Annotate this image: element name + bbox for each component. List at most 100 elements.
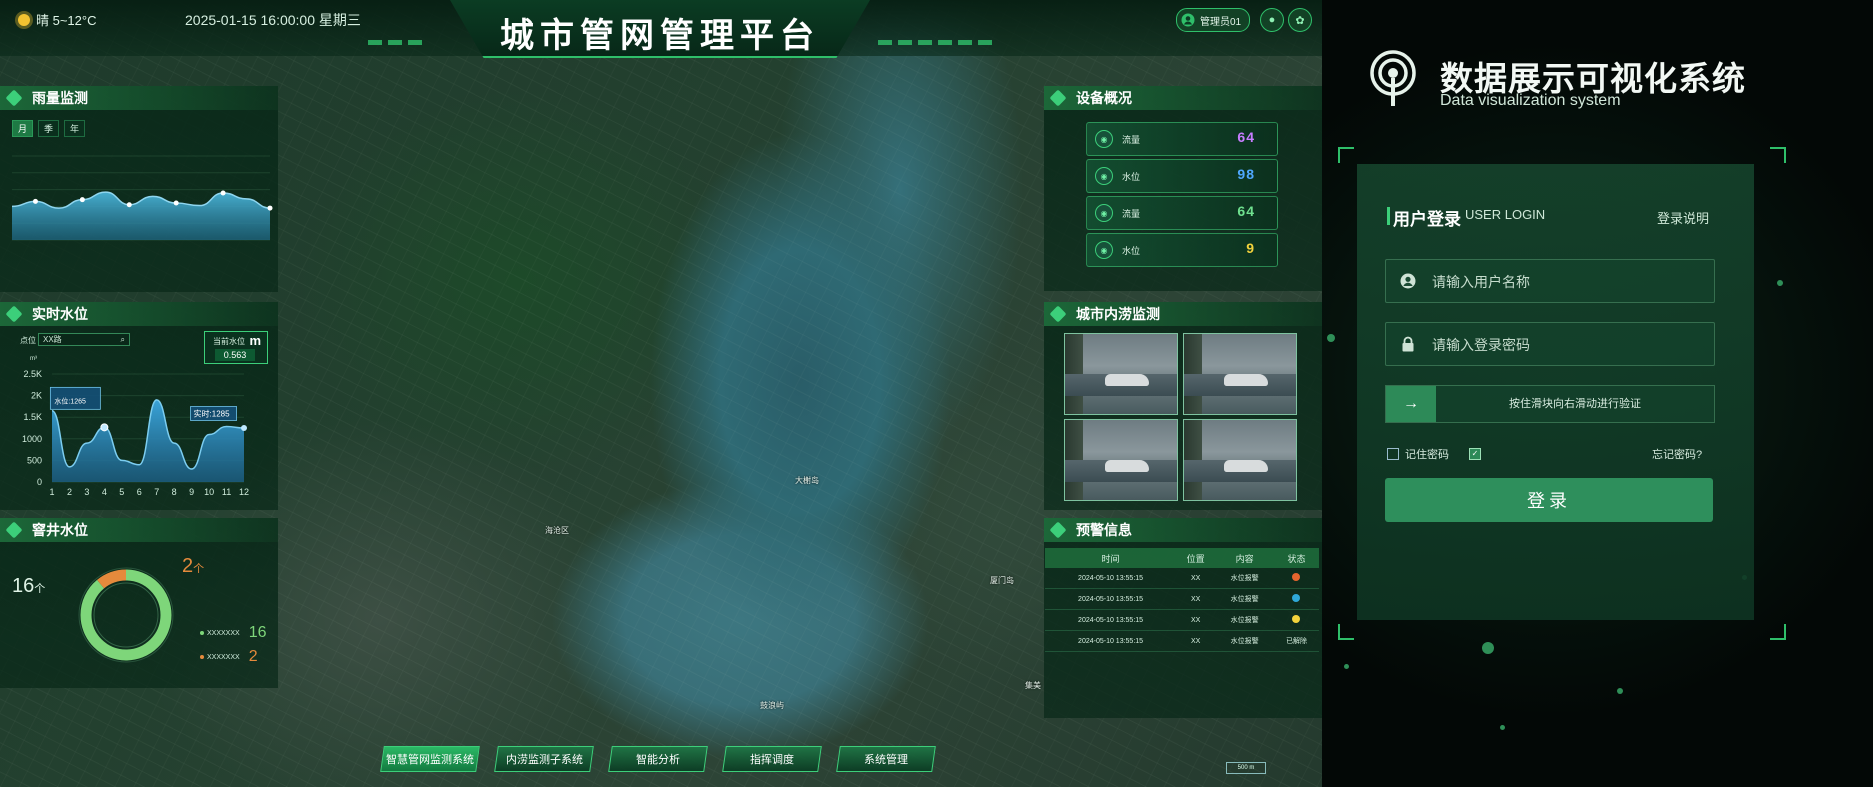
water-level-title-text: 实时水位 bbox=[32, 306, 88, 322]
realtime-text: 实时:1285 bbox=[194, 408, 231, 418]
device-item[interactable]: ◉ 水位 9 bbox=[1086, 233, 1278, 267]
decor-dot bbox=[1344, 664, 1349, 669]
forgot-password-link[interactable]: 忘记密码? bbox=[1652, 446, 1702, 462]
checked-checkbox[interactable]: ✓ bbox=[1469, 448, 1481, 460]
slider-handle[interactable]: → bbox=[1386, 386, 1436, 422]
nav-label: 系统管理 bbox=[864, 754, 908, 766]
manhole-right-stat: 2个 bbox=[182, 555, 204, 578]
tab-quarter[interactable]: 季 bbox=[38, 120, 60, 137]
tab-year[interactable]: 年 bbox=[64, 120, 86, 137]
x-tick-label: 4 bbox=[102, 487, 107, 497]
nav-dispatch[interactable]: 指挥调度 bbox=[722, 746, 822, 772]
nav-label: 智能分析 bbox=[636, 754, 680, 766]
data-point bbox=[32, 198, 38, 204]
search-icon: ⌕ bbox=[120, 334, 125, 344]
x-tick-label: 2 bbox=[67, 487, 72, 497]
password-field bbox=[1385, 322, 1715, 366]
nav-analysis[interactable]: 智能分析 bbox=[608, 746, 708, 772]
x-tick-label: 5 bbox=[119, 487, 124, 497]
data-point bbox=[267, 205, 273, 211]
camera-feed[interactable] bbox=[1183, 419, 1297, 501]
warning-icon bbox=[1049, 521, 1067, 539]
devices-title-text: 设备概况 bbox=[1076, 90, 1132, 106]
nav-waterlogging[interactable]: 内涝监测子系统 bbox=[494, 746, 594, 772]
decor-dot bbox=[1617, 688, 1623, 694]
table-row[interactable]: 2024-05-10 13:55:15 XX 水位报警 bbox=[1045, 568, 1319, 589]
device-item[interactable]: ◉ 流量 64 bbox=[1086, 122, 1278, 156]
password-input[interactable] bbox=[1430, 333, 1704, 357]
tab-month[interactable]: 月 bbox=[12, 120, 34, 137]
dashboard: 大榭岛 海沧区 厦门岛 鼓浪屿 集美 城市管网管理平台 晴 5~12°C 202… bbox=[0, 0, 1322, 787]
remember-checkbox[interactable] bbox=[1387, 448, 1399, 460]
manhole-left-unit: 个 bbox=[34, 583, 46, 595]
decor-dot bbox=[1777, 280, 1783, 286]
water-level-title: 实时水位 bbox=[0, 302, 278, 326]
nav-smart-network[interactable]: 智慧管网监测系统 bbox=[380, 746, 480, 772]
camera-feed[interactable] bbox=[1064, 419, 1178, 501]
legend-swatch bbox=[200, 631, 204, 635]
device-name: 水位 bbox=[1122, 172, 1141, 182]
current-level-unit: m bbox=[249, 333, 261, 348]
broadcast-logo-icon bbox=[1370, 50, 1416, 106]
sun-icon bbox=[18, 13, 30, 26]
cell-location: XX bbox=[1176, 568, 1216, 589]
rainfall-title: 雨量监测 bbox=[0, 86, 278, 110]
settings-button[interactable]: ✿ bbox=[1288, 8, 1312, 32]
legend-value: 2 bbox=[248, 648, 258, 665]
camera-feed[interactable] bbox=[1064, 333, 1178, 415]
legend-name: XXXXXXX bbox=[207, 653, 240, 661]
data-point bbox=[79, 197, 85, 203]
header-deco bbox=[368, 40, 422, 45]
camera-feed[interactable] bbox=[1183, 333, 1297, 415]
bottom-nav: 智慧管网监测系统 内涝监测子系统 智能分析 指挥调度 系统管理 bbox=[380, 746, 936, 772]
datetime: 2025-01-15 16:00:00 星期三 bbox=[185, 12, 361, 28]
point-label: 点位 bbox=[20, 336, 36, 345]
table-row[interactable]: 2024-05-10 13:55:15 XX 水位报警 已解除 bbox=[1045, 630, 1319, 652]
username-input[interactable] bbox=[1430, 270, 1704, 294]
moon-icon: ● bbox=[1268, 14, 1276, 26]
login-button[interactable]: 登录 bbox=[1385, 478, 1713, 522]
device-value: 64 bbox=[1237, 129, 1255, 145]
table-row[interactable]: 2024-05-10 13:55:15 XX 水位报警 bbox=[1045, 588, 1319, 610]
login-title: 用户登录 bbox=[1393, 210, 1461, 229]
map-label: 厦门岛 bbox=[990, 576, 1014, 585]
status-dot bbox=[1292, 615, 1301, 623]
nav-system[interactable]: 系统管理 bbox=[836, 746, 936, 772]
system-subtitle: Data visualization system bbox=[1440, 92, 1621, 109]
data-point bbox=[220, 190, 226, 196]
status-dot bbox=[1292, 573, 1301, 581]
device-item[interactable]: ◉ 水位 98 bbox=[1086, 159, 1278, 193]
header-deco bbox=[878, 40, 998, 45]
status-dot bbox=[1292, 594, 1301, 602]
username-field bbox=[1385, 259, 1715, 303]
map-label: 鼓浪屿 bbox=[760, 701, 784, 710]
remember-row: 记住密码 ✓ bbox=[1387, 446, 1481, 462]
map-scale: 500 m bbox=[1226, 762, 1266, 774]
legend-name: XXXXXXX bbox=[207, 629, 240, 637]
manhole-title-text: 窨井水位 bbox=[32, 522, 88, 538]
water-level-chart: 050010001.5K2K2.5K1 2 3 4 5 6 7 8 9 10 11 12水位:1265… bbox=[22, 369, 249, 497]
y-tick-label: 1.5K bbox=[23, 412, 42, 422]
device-name: 流量 bbox=[1122, 209, 1141, 219]
rainfall-chart bbox=[11, 155, 273, 241]
login-side: 数据展示可视化系统 Data visualization system 用户登录… bbox=[1322, 0, 1873, 787]
cell-location: XX bbox=[1176, 588, 1216, 610]
point-select[interactable]: XX路 ⌕ bbox=[38, 333, 130, 346]
user-menu[interactable]: 管理员01 bbox=[1176, 8, 1251, 32]
device-item[interactable]: ◉ 流量 64 bbox=[1086, 196, 1278, 230]
slider-text: 按住滑块向右滑动进行验证 bbox=[1509, 398, 1641, 410]
login-help-link[interactable]: 登录说明 bbox=[1657, 208, 1709, 227]
y-tick-label: 0 bbox=[37, 477, 42, 487]
device-value: 98 bbox=[1237, 166, 1255, 182]
frame-corner bbox=[1770, 624, 1786, 640]
warnings-title-text: 预警信息 bbox=[1076, 522, 1132, 538]
cell-content: 水位报警 bbox=[1215, 609, 1274, 631]
cell-status bbox=[1273, 588, 1319, 610]
manhole-left-value: 16 bbox=[12, 575, 35, 597]
theme-button[interactable]: ● bbox=[1260, 8, 1284, 32]
rainfall-tabs: 月 季 年 bbox=[12, 120, 86, 137]
user-name: 管理员01 bbox=[1200, 16, 1242, 28]
column-header: 内容 bbox=[1215, 548, 1274, 568]
table-row[interactable]: 2024-05-10 13:55:15 XX 水位报警 bbox=[1045, 609, 1319, 631]
slide-verify: → 按住滑块向右滑动进行验证 bbox=[1385, 385, 1715, 423]
